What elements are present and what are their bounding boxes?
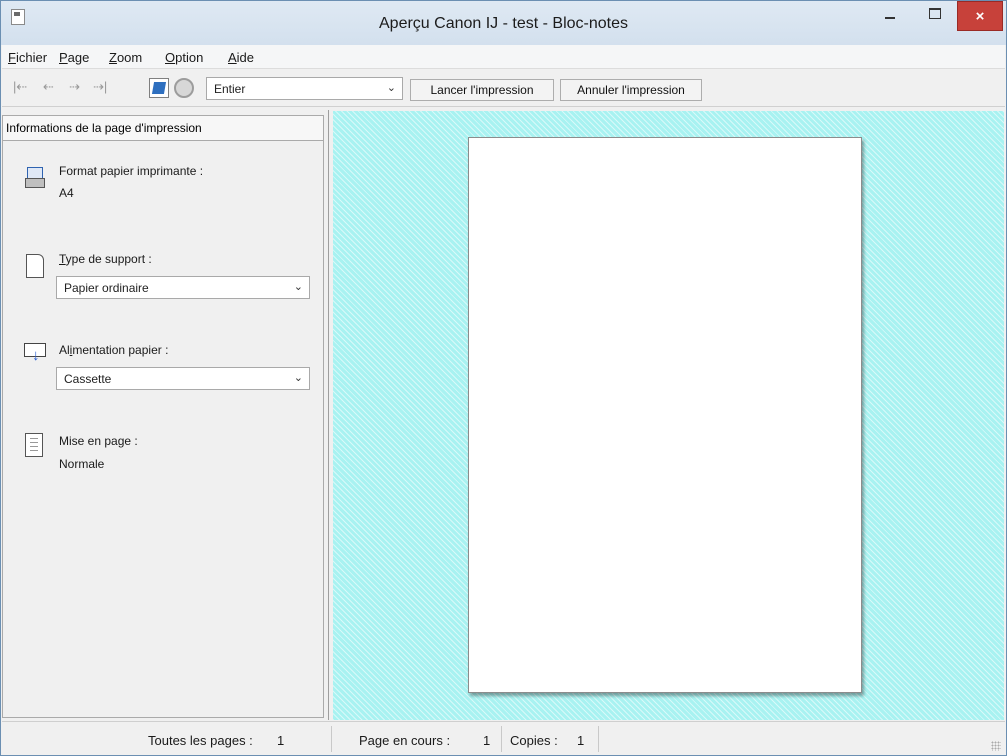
media-type-select[interactable]: Papier ordinaire ⌄: [56, 276, 310, 299]
preview-area[interactable]: [333, 111, 1004, 720]
paper-source-value: Cassette: [64, 372, 112, 386]
chevron-down-icon: ⌄: [293, 372, 303, 384]
media-type-label: Type de support :: [59, 252, 152, 266]
chevron-down-icon: ⌄: [386, 82, 396, 94]
menu-bar: Fichier Page Zoom Option Aide: [2, 45, 1005, 69]
globe-icon[interactable]: [174, 78, 194, 98]
cancel-print-button[interactable]: Annuler l'impression: [560, 79, 702, 101]
menu-page[interactable]: Page: [59, 50, 89, 65]
paper-source-label: Alimentation papier :: [59, 343, 169, 357]
all-pages-label: Toutes les pages :: [148, 733, 253, 748]
menu-option[interactable]: Option: [165, 50, 203, 65]
copies-value: 1: [577, 733, 585, 748]
paper-source-icon: [24, 341, 46, 364]
current-page-value: 1: [483, 733, 491, 748]
close-icon: ×: [975, 8, 985, 25]
preview-page: [468, 137, 862, 693]
panel-title: Informations de la page d'impression: [6, 121, 202, 135]
resize-grip-icon[interactable]: [991, 741, 1001, 751]
next-page-icon[interactable]: ⇢: [69, 79, 80, 95]
printer-paper-icon: [25, 167, 45, 189]
menu-zoom[interactable]: Zoom: [109, 50, 142, 65]
maximize-button[interactable]: [916, 1, 954, 29]
title-bar[interactable]: Aperçu Canon IJ - test - Bloc-notes ×: [1, 1, 1006, 45]
print-preview-window: Aperçu Canon IJ - test - Bloc-notes × Fi…: [0, 0, 1007, 756]
status-divider: [331, 726, 332, 752]
paper-size-label: Format papier imprimante :: [59, 164, 204, 178]
panel-header: Informations de la page d'impression: [2, 115, 324, 141]
start-print-button[interactable]: Lancer l'impression: [410, 79, 554, 101]
paper-source-select[interactable]: Cassette ⌄: [56, 367, 310, 390]
close-button[interactable]: ×: [957, 1, 1003, 31]
first-page-icon[interactable]: |⇠: [13, 79, 27, 95]
menu-aide[interactable]: Aide: [228, 50, 254, 65]
media-type-value: Papier ordinaire: [64, 281, 149, 295]
status-divider: [501, 726, 502, 752]
last-page-icon[interactable]: ⇢|: [93, 79, 107, 95]
print-info-panel: Informations de la page d'impression: [2, 110, 329, 720]
toolbar: |⇠ ⇠ ⇢ ⇢| Entier ⌄ Lancer l'impression A…: [2, 71, 1005, 107]
window-title: Aperçu Canon IJ - test - Bloc-notes: [379, 15, 628, 32]
paper-size-value: A4: [59, 186, 74, 200]
zoom-select-value: Entier: [214, 82, 246, 96]
page-layout-value: Normale: [59, 457, 105, 471]
previous-page-icon[interactable]: ⇠: [43, 79, 54, 95]
copies-label: Copies :: [510, 733, 558, 748]
all-pages-value: 1: [277, 733, 285, 748]
page-layout-label: Mise en page :: [59, 434, 138, 448]
page-layout-icon: [25, 433, 43, 457]
media-type-icon: [26, 254, 44, 278]
status-bar: Toutes les pages : 1 Page en cours : 1 C…: [2, 721, 1005, 755]
zoom-select[interactable]: Entier ⌄: [206, 77, 403, 100]
current-page-label: Page en cours :: [359, 733, 451, 748]
panel-body[interactable]: [2, 141, 324, 718]
status-divider: [598, 726, 599, 752]
print-settings-icon[interactable]: [149, 78, 169, 98]
minimize-button[interactable]: [871, 1, 911, 29]
menu-fichier[interactable]: Fichier: [8, 50, 47, 65]
chevron-down-icon: ⌄: [293, 281, 303, 293]
